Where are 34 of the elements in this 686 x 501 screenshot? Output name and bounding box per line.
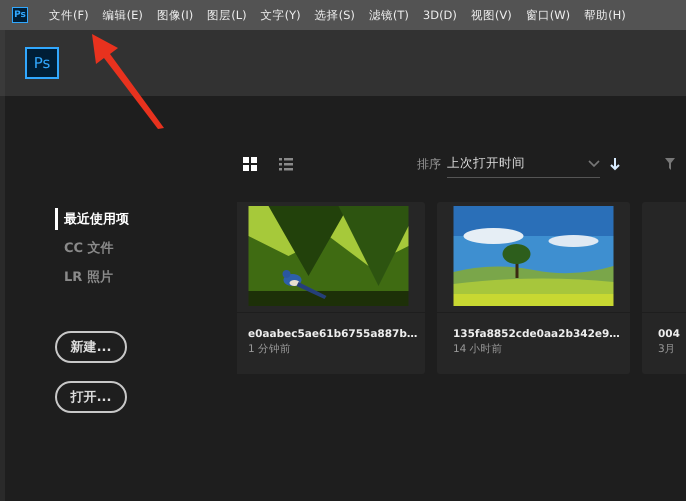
file-card[interactable]: e0aabec5ae61b6755a887b… 1 分钟前 bbox=[237, 202, 425, 374]
menu-item[interactable]: 图层(L) bbox=[207, 8, 247, 22]
pill-button[interactable]: 新建... bbox=[55, 331, 127, 363]
pill-button[interactable]: 打开... bbox=[55, 381, 127, 413]
menu-item[interactable]: 文字(Y) bbox=[260, 8, 301, 22]
file-time: 1 分钟前 bbox=[248, 342, 292, 356]
sort-label: 排序 bbox=[417, 156, 441, 172]
menu-item[interactable]: 滤镜(T) bbox=[368, 8, 409, 22]
file-card[interactable]: 135fa8852cde0aa2b342e9… 14 小时前 bbox=[437, 202, 630, 374]
sidebar-item[interactable]: LR 照片 bbox=[55, 266, 113, 288]
app-icon[interactable]: Ps bbox=[12, 7, 28, 23]
chevron-down-icon bbox=[588, 160, 600, 168]
file-name: 004 bbox=[658, 328, 681, 340]
file-card[interactable]: 004 3月 bbox=[642, 202, 686, 374]
menu-item[interactable]: 文件(F) bbox=[49, 8, 89, 22]
file-name: e0aabec5ae61b6755a887b… bbox=[248, 328, 418, 340]
sidebar-item[interactable]: 最近使用项 bbox=[55, 208, 129, 230]
menu-item[interactable]: 图像(I) bbox=[156, 8, 194, 22]
menu-item[interactable]: 窗口(W) bbox=[526, 8, 570, 22]
sort-direction-icon[interactable] bbox=[610, 158, 620, 170]
menu-item[interactable]: 选择(S) bbox=[314, 8, 355, 22]
menu-item[interactable]: 帮助(H) bbox=[584, 8, 626, 22]
app-logo: Ps bbox=[25, 47, 59, 79]
menu-item[interactable]: 编辑(E) bbox=[102, 8, 143, 22]
file-time: 14 小时前 bbox=[453, 342, 504, 356]
sort-dropdown[interactable]: 上次打开时间 bbox=[447, 150, 600, 178]
file-name: 135fa8852cde0aa2b342e9… bbox=[453, 328, 621, 340]
list-view-icon[interactable] bbox=[279, 157, 293, 171]
file-time: 3月 bbox=[658, 342, 677, 356]
sidebar-item[interactable]: CC 文件 bbox=[55, 237, 114, 259]
grid-view-icon[interactable] bbox=[243, 157, 257, 171]
filter-icon[interactable] bbox=[665, 158, 675, 170]
menu-item[interactable]: 3D(D) bbox=[422, 8, 457, 22]
menu-item[interactable]: 视图(V) bbox=[470, 8, 512, 22]
